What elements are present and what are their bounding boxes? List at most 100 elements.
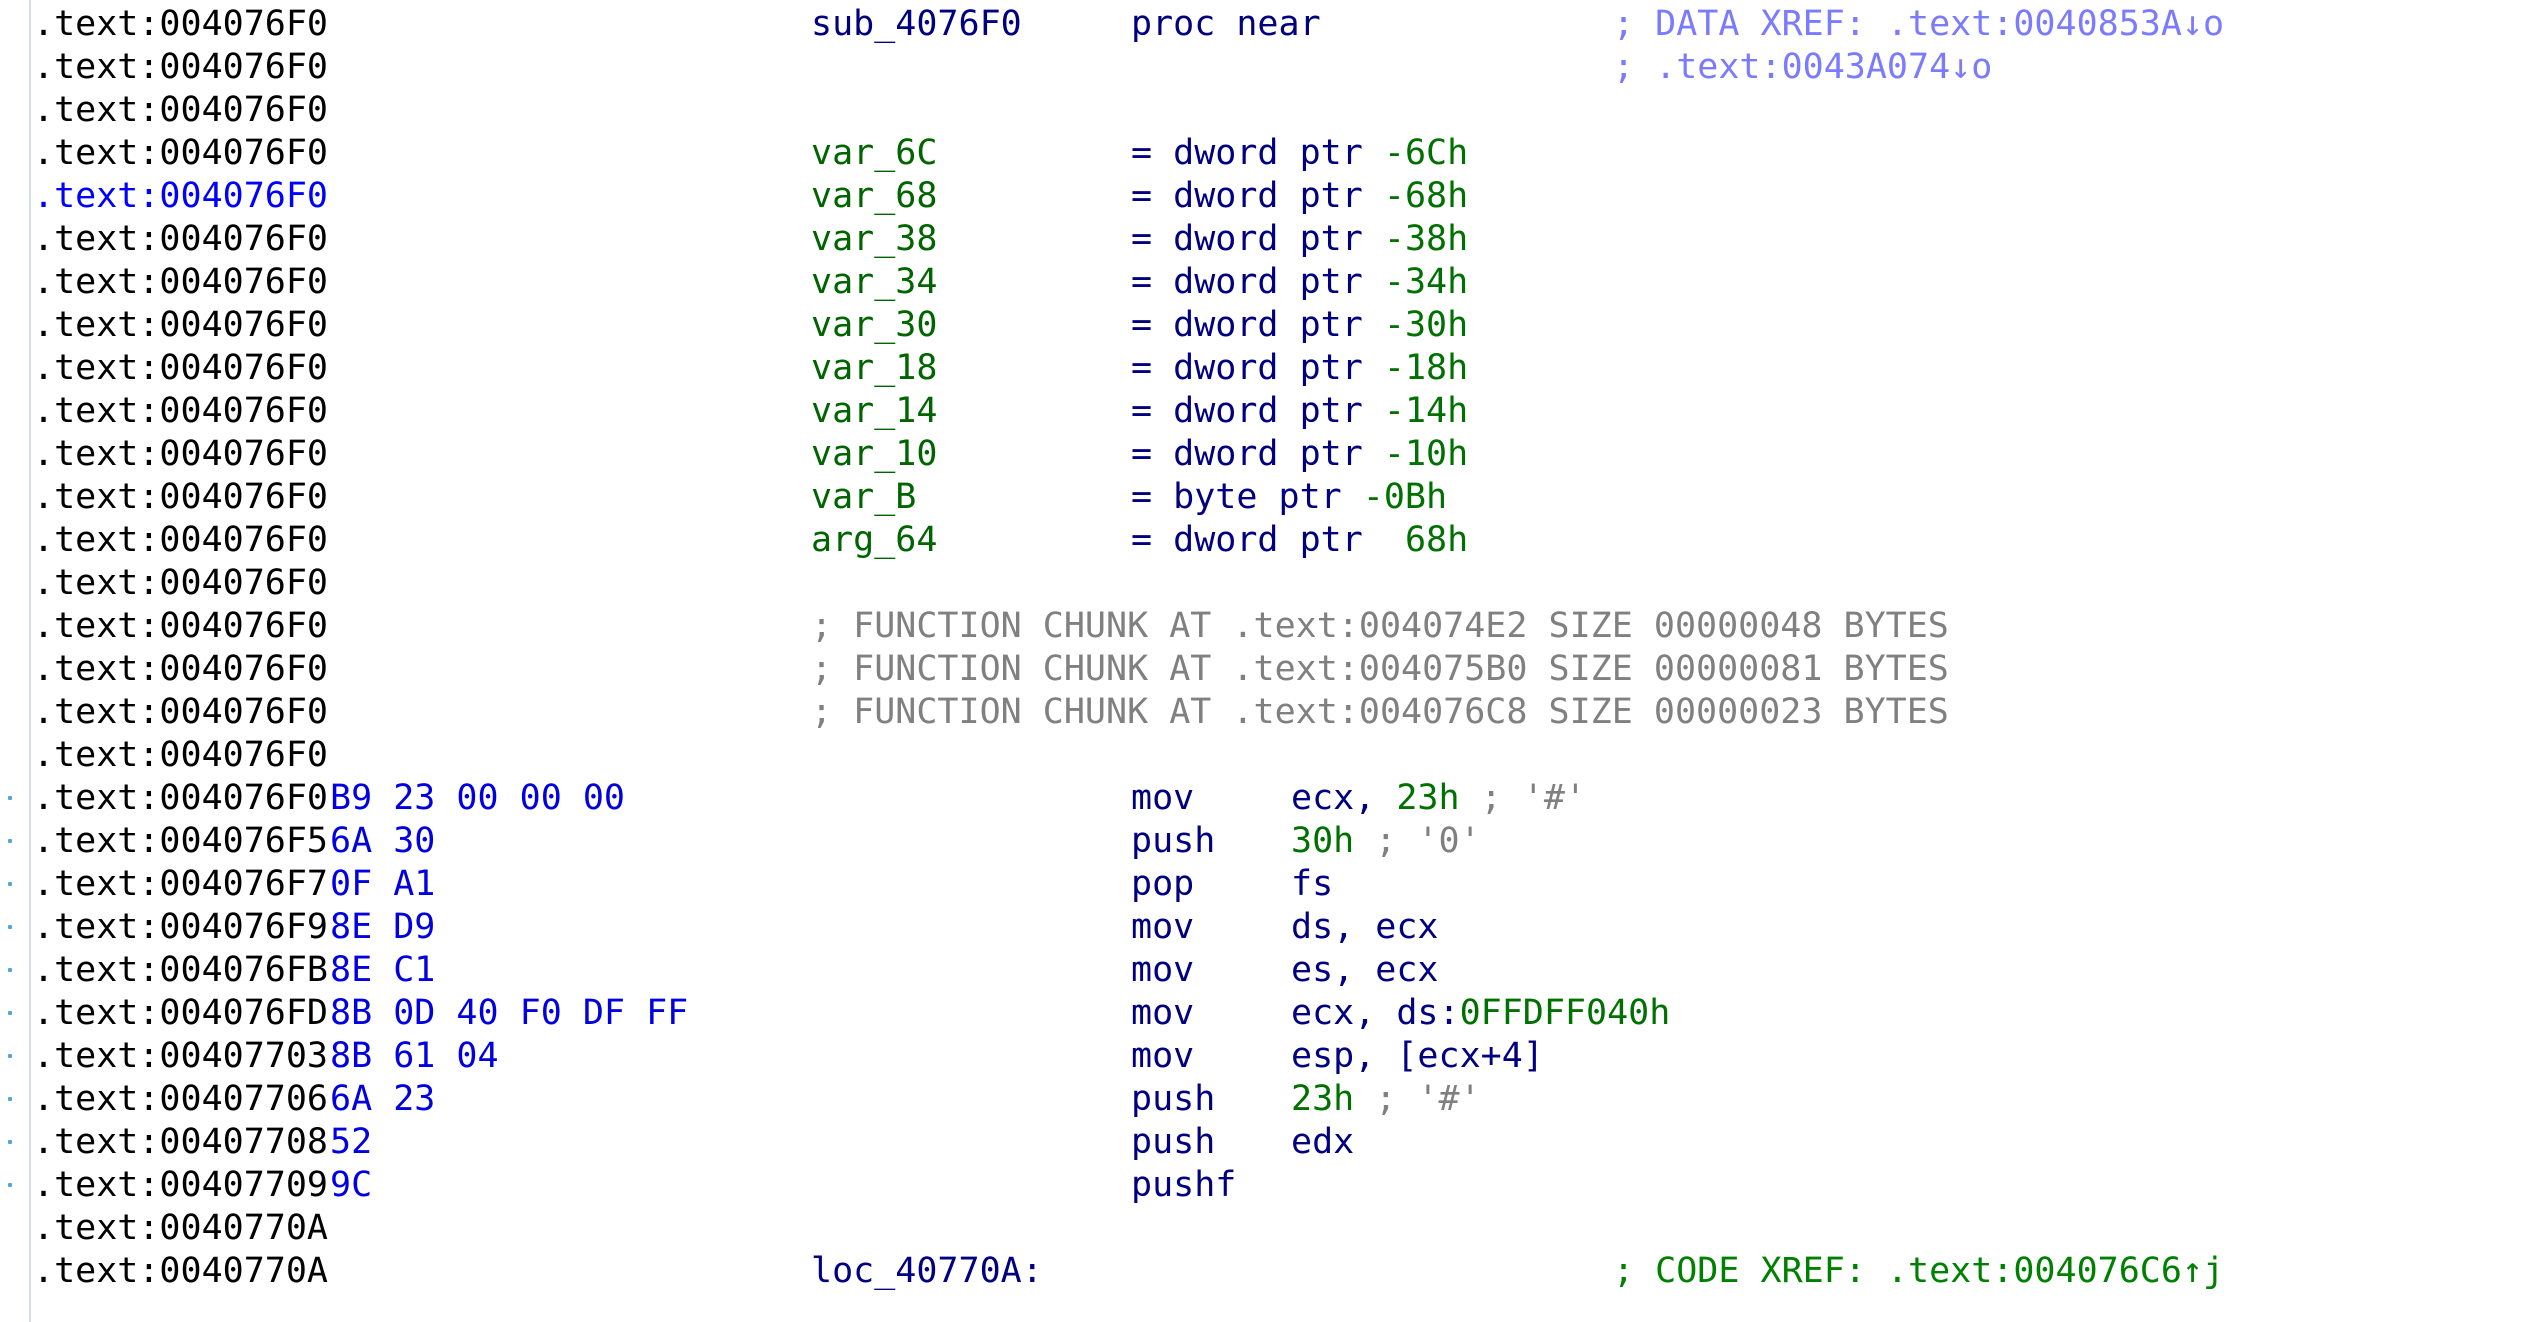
disasm-line[interactable]: .text:004076F0 ; FUNCTION CHUNK AT .text:… xyxy=(0,691,2531,734)
disasm-line[interactable]: .text:004076F0 sub_4076F0 proc near ; DATA … xyxy=(0,3,2531,46)
instruction-operands[interactable]: 23h ; '#' xyxy=(1291,1078,1481,1121)
stack-variable-name[interactable]: var_6C xyxy=(811,132,937,175)
line-address[interactable]: .text:004076F7 xyxy=(33,863,328,906)
disasm-line[interactable]: .text:004076F0 var_18 = dword ptr -18h xyxy=(0,347,2531,390)
instruction-operands[interactable]: 30h ; '0' xyxy=(1291,820,1481,863)
line-address[interactable]: .text:004076F0 xyxy=(33,46,328,89)
operand-text[interactable]: esp, [ecx+4] xyxy=(1291,1036,1544,1076)
line-address[interactable]: .text:004076F0 xyxy=(33,175,328,218)
line-address[interactable]: .text:004076F0 xyxy=(33,218,328,261)
stack-variable-name[interactable]: var_10 xyxy=(811,433,937,476)
instruction-mnemonic[interactable]: mov xyxy=(1131,992,1194,1035)
stack-variable-name[interactable]: var_38 xyxy=(811,218,937,261)
instruction-mnemonic[interactable]: pushf xyxy=(1131,1164,1236,1207)
xref-comment[interactable]: ; CODE XREF: .text:004076C6↑j xyxy=(1613,1250,2224,1293)
code-label[interactable]: loc_40770A: xyxy=(811,1250,1043,1293)
disasm-line[interactable]: .text:004076F0 arg_64 = dword ptr 68h xyxy=(0,519,2531,562)
disasm-line[interactable]: .text:004076F0 var_10 = dword ptr -10h xyxy=(0,433,2531,476)
instruction-mnemonic[interactable]: push xyxy=(1131,820,1215,863)
line-address[interactable]: .text:004076F0 xyxy=(33,261,328,304)
instruction-operands[interactable]: es, ecx xyxy=(1291,949,1439,992)
instruction-mnemonic[interactable]: push xyxy=(1131,1078,1215,1121)
stack-variable-name[interactable]: var_68 xyxy=(811,175,937,218)
stack-variable-name[interactable]: arg_64 xyxy=(811,519,937,562)
disasm-line[interactable]: .text:004076F7 0F A1 pop fs xyxy=(0,863,2531,906)
instruction-mnemonic[interactable]: mov xyxy=(1131,906,1194,949)
disasm-line[interactable]: .text:004076F0 var_14 = dword ptr -14h xyxy=(0,390,2531,433)
line-address[interactable]: .text:0040770A xyxy=(33,1207,328,1250)
disasm-line[interactable]: .text:004076F9 8E D9 mov ds, ecx xyxy=(0,906,2531,949)
line-address[interactable]: .text:00407703 xyxy=(33,1035,328,1078)
disasm-line[interactable]: .text:004076F0 xyxy=(0,89,2531,132)
code-label[interactable]: sub_4076F0 xyxy=(811,3,1022,46)
line-address[interactable]: .text:004076F0 xyxy=(33,691,328,734)
operand-text[interactable]: ecx, ds:0FFDFF040h xyxy=(1291,993,1670,1033)
operand-text[interactable]: 30h xyxy=(1291,821,1354,861)
operand-text[interactable]: fs xyxy=(1291,864,1333,904)
disasm-line[interactable]: .text:004076F0 var_34 = dword ptr -34h xyxy=(0,261,2531,304)
line-address[interactable]: .text:004076F0 xyxy=(33,89,328,132)
disasm-line[interactable]: .text:004076F0 ; FUNCTION CHUNK AT .text:… xyxy=(0,648,2531,691)
line-address[interactable]: .text:0040770A xyxy=(33,1250,328,1293)
xref-comment[interactable]: ; .text:0043A074↓o xyxy=(1613,46,1992,89)
disasm-line[interactable]: .text:004076F0 var_6C = dword ptr -6Ch xyxy=(0,132,2531,175)
instruction-operands[interactable]: ecx, 23h ; '#' xyxy=(1291,777,1586,820)
line-address[interactable]: .text:004076FB xyxy=(33,949,328,992)
disasm-line[interactable]: .text:00407708 52 push edx xyxy=(0,1121,2531,1164)
line-address[interactable]: .text:004076F0 xyxy=(33,390,328,433)
disasm-line[interactable]: .text:004076F0 ; .text:0043A074↓o xyxy=(0,46,2531,89)
instruction-mnemonic[interactable]: pop xyxy=(1131,863,1194,906)
disasm-line[interactable]: .text:00407706 6A 23 push 23h ; '#' xyxy=(0,1078,2531,1121)
instruction-mnemonic[interactable]: push xyxy=(1131,1121,1215,1164)
instruction-mnemonic[interactable]: mov xyxy=(1131,1035,1194,1078)
stack-variable-name[interactable]: var_30 xyxy=(811,304,937,347)
disasm-line[interactable]: .text:00407703 8B 61 04 mov esp, [ecx+4] xyxy=(0,1035,2531,1078)
instruction-operands[interactable]: fs xyxy=(1291,863,1333,906)
operand-text[interactable]: ecx, 23h xyxy=(1291,778,1460,818)
xref-comment[interactable]: ; DATA XREF: .text:0040853A↓o xyxy=(1613,3,2224,46)
instruction-mnemonic[interactable]: mov xyxy=(1131,777,1194,820)
disasm-line[interactable]: .text:0040770A xyxy=(0,1207,2531,1250)
line-address[interactable]: .text:00407708 xyxy=(33,1121,328,1164)
line-address[interactable]: .text:004076F5 xyxy=(33,820,328,863)
operand-text[interactable]: edx xyxy=(1291,1122,1354,1162)
disassembly-view[interactable]: .text:004076F0 sub_4076F0 proc near ; DATA … xyxy=(0,0,2531,1322)
line-address[interactable]: .text:004076F0 xyxy=(33,648,328,691)
line-address[interactable]: .text:004076F0 xyxy=(33,132,328,175)
line-address[interactable]: .text:004076F0 xyxy=(33,562,328,605)
disasm-line[interactable]: .text:004076F0 xyxy=(0,562,2531,605)
disasm-line[interactable]: .text:004076F5 6A 30 push 30h ; '0' xyxy=(0,820,2531,863)
disasm-line[interactable]: .text:004076F0 var_B = byte ptr -0Bh xyxy=(0,476,2531,519)
instruction-operands[interactable]: ds, ecx xyxy=(1291,906,1439,949)
line-address[interactable]: .text:004076F0 xyxy=(33,3,328,46)
disasm-line[interactable]: .text:004076FB 8E C1 mov es, ecx xyxy=(0,949,2531,992)
disasm-line[interactable]: .text:00407709 9C pushf xyxy=(0,1164,2531,1207)
line-address[interactable]: .text:004076F0 xyxy=(33,347,328,390)
line-address[interactable]: .text:004076F0 xyxy=(33,777,328,820)
line-address[interactable]: .text:00407706 xyxy=(33,1078,328,1121)
line-address[interactable]: .text:004076F0 xyxy=(33,519,328,562)
instruction-operands[interactable]: esp, [ecx+4] xyxy=(1291,1035,1544,1078)
disasm-line[interactable]: .text:004076F0 B9 23 00 00 00 mov ecx, 23h … xyxy=(0,777,2531,820)
line-address[interactable]: .text:004076F0 xyxy=(33,734,328,777)
disasm-line[interactable]: .text:004076FD 8B 0D 40 F0 DF FF mov ecx, d… xyxy=(0,992,2531,1035)
line-address[interactable]: .text:004076F0 xyxy=(33,433,328,476)
disasm-line[interactable]: .text:0040770A loc_40770A: ; CODE XREF: .t… xyxy=(0,1250,2531,1293)
line-address[interactable]: .text:00407709 xyxy=(33,1164,328,1207)
instruction-operands[interactable]: edx xyxy=(1291,1121,1354,1164)
operand-text[interactable]: ds, ecx xyxy=(1291,907,1439,947)
line-address[interactable]: .text:004076F0 xyxy=(33,476,328,519)
disasm-line[interactable]: .text:004076F0 xyxy=(0,734,2531,777)
stack-variable-name[interactable]: var_B xyxy=(811,476,916,519)
instruction-mnemonic[interactable]: proc near xyxy=(1131,3,1321,46)
instruction-operands[interactable]: ecx, ds:0FFDFF040h xyxy=(1291,992,1670,1035)
disasm-line[interactable]: .text:004076F0 var_38 = dword ptr -38h xyxy=(0,218,2531,261)
line-address[interactable]: .text:004076FD xyxy=(33,992,328,1035)
stack-variable-name[interactable]: var_14 xyxy=(811,390,937,433)
disasm-line[interactable]: .text:004076F0 var_30 = dword ptr -30h xyxy=(0,304,2531,347)
stack-variable-name[interactable]: var_34 xyxy=(811,261,937,304)
disasm-line[interactable]: .text:004076F0 ; FUNCTION CHUNK AT .text:… xyxy=(0,605,2531,648)
operand-text[interactable]: 23h xyxy=(1291,1079,1354,1119)
stack-variable-name[interactable]: var_18 xyxy=(811,347,937,390)
line-address[interactable]: .text:004076F9 xyxy=(33,906,328,949)
